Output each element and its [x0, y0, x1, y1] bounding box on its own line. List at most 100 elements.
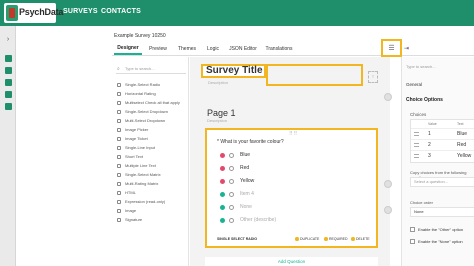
- delete-button[interactable]: DELETE: [351, 237, 370, 241]
- drag-handle-icon[interactable]: ⠿⠿: [289, 131, 298, 137]
- rail-reports-icon[interactable]: [3, 90, 13, 99]
- toolbox-item[interactable]: Multiselect Check all that apply: [117, 99, 189, 107]
- toolbox-item[interactable]: Single-Select Matrix: [117, 171, 189, 179]
- toolbox-item[interactable]: Image Picker: [117, 126, 189, 134]
- survey-title[interactable]: Survey Title: [201, 64, 266, 78]
- add-choice-icon[interactable]: [220, 191, 225, 197]
- question-title[interactable]: * What is your favorite colour?: [217, 139, 284, 145]
- column-header-text: Text: [457, 122, 464, 126]
- toolbox-item[interactable]: Single-Select Radio: [117, 81, 189, 89]
- expand-panel-icon[interactable]: ⇥: [404, 45, 409, 52]
- nav-surveys[interactable]: SURVEYS: [63, 8, 98, 15]
- toolbox-item[interactable]: Single-Select Dropdown: [117, 108, 189, 116]
- nav-contacts[interactable]: CONTACTS: [101, 8, 141, 15]
- choice-label[interactable]: None: [240, 203, 252, 211]
- enable-other-checkbox[interactable]: Enable the "Other" option: [410, 225, 474, 234]
- toolbox-item[interactable]: Multiple Line Text: [117, 162, 189, 170]
- expand-rail-icon[interactable]: ›: [3, 35, 13, 44]
- choice-text[interactable]: Blue: [457, 131, 467, 137]
- drag-handle-icon[interactable]: [414, 132, 419, 136]
- rail-home-icon[interactable]: [3, 54, 13, 63]
- toolbox-item[interactable]: Signature: [117, 216, 189, 224]
- add-choice-icon[interactable]: [220, 217, 225, 223]
- choice-value[interactable]: 2: [428, 142, 431, 148]
- remove-choice-icon[interactable]: [220, 152, 225, 158]
- drag-handle-icon[interactable]: [414, 154, 419, 158]
- question-card[interactable]: ⠿⠿ * What is your favorite colour? Blue …: [205, 128, 378, 248]
- survey-title-extension-box[interactable]: [266, 64, 363, 86]
- toolbox-item[interactable]: Horizontal Rating: [117, 90, 189, 98]
- checkbox-icon: [410, 239, 415, 244]
- choice-text[interactable]: Red: [457, 142, 466, 148]
- tab-translations[interactable]: Translations: [262, 42, 296, 55]
- page-description[interactable]: Description: [207, 118, 227, 123]
- html-icon: [117, 191, 121, 195]
- toolbox-item-label: Single-Select Matrix: [125, 172, 161, 177]
- required-toggle[interactable]: REQUIRED: [324, 237, 347, 241]
- radio-icon: [117, 83, 121, 87]
- duplicate-button[interactable]: DUPLICATE: [295, 237, 319, 241]
- choice-value[interactable]: 3: [428, 153, 431, 159]
- choice-label[interactable]: Blue: [240, 151, 250, 159]
- rail-users-icon[interactable]: [3, 78, 13, 87]
- toolbox-item[interactable]: HTML: [117, 189, 189, 197]
- toolbox-item[interactable]: Short Text: [117, 153, 189, 161]
- choice-label[interactable]: Red: [240, 164, 249, 172]
- enable-none-checkbox[interactable]: Enable the "None" option: [410, 237, 474, 246]
- survey-logo-upload[interactable]: ↑: [368, 71, 378, 83]
- tab-themes[interactable]: Themes: [174, 42, 200, 55]
- canvas-side-button[interactable]: [384, 206, 392, 214]
- table-row[interactable]: 3 Yellow: [411, 150, 474, 161]
- canvas-side-button[interactable]: [384, 93, 392, 101]
- question-type-selector[interactable]: SINGLE SELECT RADIO: [217, 237, 257, 241]
- tab-preview[interactable]: Preview: [145, 42, 171, 55]
- toolbox-item[interactable]: Expression (read-only): [117, 198, 189, 206]
- app-logo[interactable]: PsychData: [4, 3, 63, 23]
- toolbox-item-label: Image Ticket: [125, 136, 148, 141]
- rail-share-icon[interactable]: [3, 102, 13, 111]
- toolbox-item-label: Single-Line Input: [125, 145, 156, 150]
- short-text-icon: [117, 155, 121, 159]
- copy-choices-select[interactable]: Select a question...: [410, 177, 474, 187]
- remove-choice-icon[interactable]: [220, 178, 225, 184]
- toolbox-item[interactable]: Single-Line Input: [117, 144, 189, 152]
- table-row[interactable]: 1 Blue: [411, 128, 474, 139]
- image-icon: [117, 209, 121, 213]
- top-navigation-bar: PsychData SURVEYS CONTACTS: [0, 0, 474, 26]
- toolbox-item[interactable]: Multi-Select Dropdown: [117, 117, 189, 125]
- add-choice-icon[interactable]: [220, 204, 225, 210]
- toolbox-item[interactable]: Image: [117, 207, 189, 215]
- choice-value[interactable]: 1: [428, 131, 431, 137]
- general-category[interactable]: General: [406, 82, 422, 87]
- property-grid-toggle-button[interactable]: ☰: [381, 39, 402, 57]
- canvas-side-button[interactable]: [384, 180, 392, 188]
- toolbox-item-label: Single-Select Dropdown: [125, 109, 168, 114]
- text-input-icon: [117, 146, 121, 150]
- choice-options-section[interactable]: Choice Options: [406, 97, 443, 103]
- multi-dropdown-icon: [117, 119, 121, 123]
- choice-label[interactable]: Yellow: [240, 177, 254, 185]
- tab-logic[interactable]: Logic: [203, 42, 223, 55]
- table-row[interactable]: 2 Red: [411, 139, 474, 150]
- question-footer: SINGLE SELECT RADIO DUPLICATE REQUIRED D…: [217, 235, 372, 243]
- delete-label: DELETE: [356, 237, 370, 241]
- remove-choice-icon[interactable]: [220, 165, 225, 171]
- choices-label: Choices: [410, 112, 427, 117]
- choice-label[interactable]: Other (describe): [240, 216, 276, 224]
- choice-text[interactable]: Yellow: [457, 153, 471, 159]
- page-title[interactable]: Page 1: [207, 108, 236, 118]
- rail-settings-icon[interactable]: [3, 66, 13, 75]
- tab-json-editor[interactable]: JSON Editor: [228, 42, 258, 55]
- property-search-input[interactable]: Type to search...: [406, 64, 436, 69]
- survey-description[interactable]: Description: [208, 80, 228, 85]
- toolbox-item[interactable]: Image Ticket: [117, 135, 189, 143]
- add-question-button[interactable]: Add Question: [205, 257, 378, 266]
- toolbox-item[interactable]: Multi-Rating Matrix: [117, 180, 189, 188]
- tab-designer[interactable]: Designer: [114, 42, 142, 55]
- choice-label[interactable]: Item 4: [240, 190, 254, 198]
- toolbox-search-input[interactable]: ⌕ Type to search...: [116, 64, 186, 74]
- choice-order-select[interactable]: None: [410, 207, 474, 217]
- long-text-icon: [117, 164, 121, 168]
- image-ticket-icon: [117, 137, 121, 141]
- drag-handle-icon[interactable]: [414, 143, 419, 147]
